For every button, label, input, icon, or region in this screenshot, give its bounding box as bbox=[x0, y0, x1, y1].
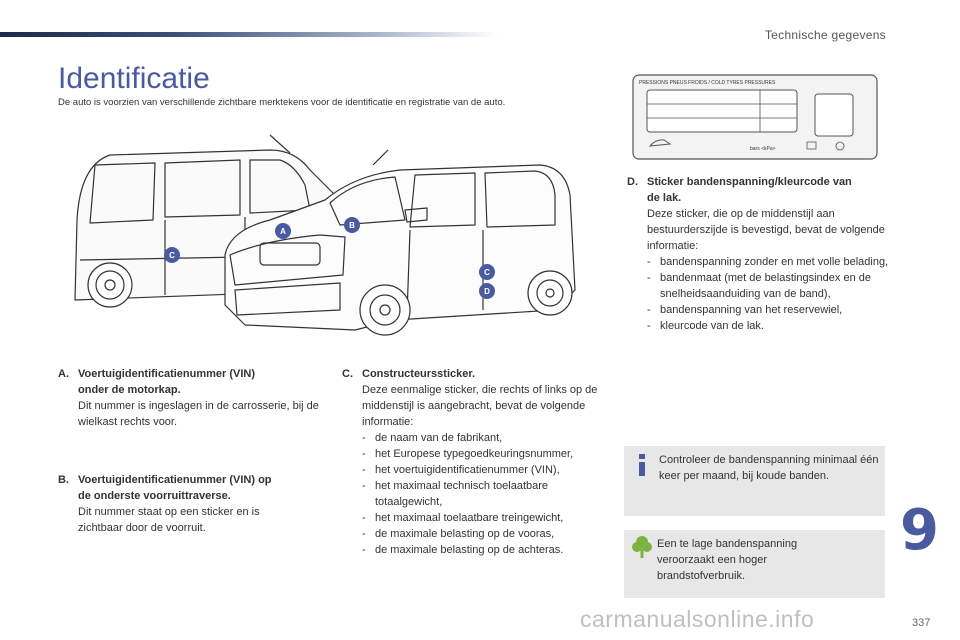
svg-text:D: D bbox=[484, 287, 490, 296]
item-a-letter: A. bbox=[58, 368, 69, 380]
item-b-heading-line2: de onderste voorruittraverse. bbox=[78, 490, 231, 502]
list-item: de maximale belasting op de vooras, bbox=[362, 526, 612, 542]
item-a: A. Voertuigidentificatienummer (VIN) onde… bbox=[58, 366, 323, 430]
item-c-heading: Constructeurssticker. bbox=[362, 368, 476, 380]
chapter-number: 9 bbox=[900, 498, 939, 563]
item-a-heading-line1: Voertuigidentificatienummer (VIN) bbox=[78, 368, 256, 380]
item-d-letter: D. bbox=[627, 176, 638, 188]
item-d-heading-line1: Sticker bandenspanning/kleurcode van bbox=[647, 176, 852, 188]
tyre-pressure-sticker-illustration: PRESSIONS PNEUS FROIDS / COLD TYRES PRES… bbox=[632, 74, 878, 160]
van-illustration: A B C C D bbox=[74, 134, 576, 336]
list-item: bandenspanning zonder en met volle belad… bbox=[647, 254, 889, 270]
marker-a: A bbox=[275, 223, 291, 239]
marker-c-rear: C bbox=[164, 247, 180, 263]
item-d-list: bandenspanning zonder en met volle belad… bbox=[627, 254, 889, 334]
marker-d: D bbox=[479, 283, 495, 299]
item-c-list: de naam van de fabrikant, het Europese t… bbox=[342, 430, 612, 558]
page-subtitle: De auto is voorzien van verschillende zi… bbox=[58, 97, 506, 108]
item-c: C. Constructeurssticker. Deze eenmalige s… bbox=[342, 366, 612, 558]
marker-c-front: C bbox=[479, 264, 495, 280]
svg-text:C: C bbox=[484, 268, 490, 277]
item-b-letter: B. bbox=[58, 474, 69, 486]
list-item: het Europese typegoedkeuringsnummer, bbox=[362, 446, 612, 462]
svg-text:C: C bbox=[169, 251, 175, 260]
svg-text:bars <kPa>: bars <kPa> bbox=[750, 146, 776, 152]
item-b-heading-line1: Voertuigidentificatienummer (VIN) op bbox=[78, 474, 272, 486]
list-item: het maximaal technisch toelaatbare totaa… bbox=[362, 478, 612, 510]
page-number: 337 bbox=[912, 617, 931, 629]
item-d-heading-line2: de lak. bbox=[647, 192, 682, 204]
item-c-letter: C. bbox=[342, 368, 353, 380]
list-item: de naam van de fabrikant, bbox=[362, 430, 612, 446]
item-d: D. Sticker bandenspanning/kleurcode van d… bbox=[627, 174, 889, 334]
list-item: het maximaal toelaatbare treingewicht, bbox=[362, 510, 612, 526]
svg-text:B: B bbox=[349, 221, 355, 230]
item-a-heading-line2: onder de motorkap. bbox=[78, 384, 181, 396]
item-b-text: Dit nummer staat op een sticker en is zi… bbox=[78, 506, 260, 534]
list-item: kleurcode van de lak. bbox=[647, 318, 889, 334]
marker-b: B bbox=[344, 217, 360, 233]
page-title: Identificatie bbox=[58, 62, 210, 95]
watermark: carmanualsonline.info bbox=[580, 606, 815, 632]
list-item: het voertuigidentificatienummer (VIN), bbox=[362, 462, 612, 478]
info-note: Controleer de bandenspanning minimaal éé… bbox=[624, 446, 885, 516]
info-note-text: Controleer de bandenspanning minimaal éé… bbox=[659, 454, 879, 482]
header-gradient-bar bbox=[0, 32, 500, 37]
section-title: Technische gegevens bbox=[764, 28, 886, 42]
eco-tree-icon bbox=[632, 536, 652, 558]
eco-note-text: Een te lage bandenspanning veroorzaakt e… bbox=[657, 538, 798, 582]
item-d-text: Deze sticker, die op de middenstijl aan … bbox=[647, 208, 885, 252]
eco-note: Een te lage bandenspanning veroorzaakt e… bbox=[624, 530, 885, 598]
item-c-text: Deze eenmalige sticker, die rechts of li… bbox=[362, 384, 598, 428]
info-icon bbox=[639, 454, 645, 476]
svg-text:A: A bbox=[280, 227, 286, 236]
list-item: de maximale belasting op de achteras. bbox=[362, 542, 612, 558]
item-a-text: Dit nummer is ingeslagen in de carrosser… bbox=[78, 400, 319, 428]
svg-text:PRESSIONS PNEUS FROIDS / COLD: PRESSIONS PNEUS FROIDS / COLD TYRES PRES… bbox=[639, 80, 776, 86]
list-item: bandenspanning van het reservewiel, bbox=[647, 302, 889, 318]
list-item: bandenmaat (met de belastingsindex en de… bbox=[647, 270, 889, 302]
item-b: B. Voertuigidentificatienummer (VIN) op d… bbox=[58, 472, 323, 536]
